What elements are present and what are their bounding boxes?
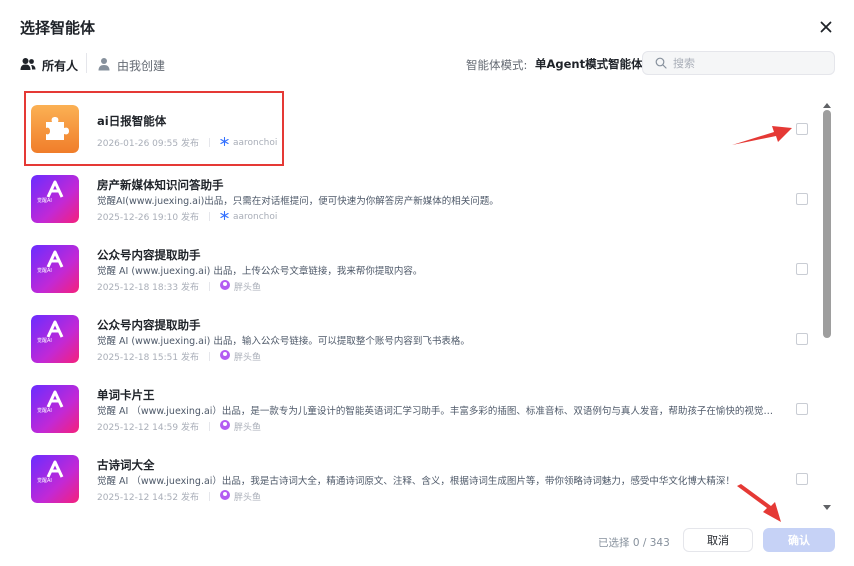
avatar-label: 觉醒AI bbox=[37, 198, 52, 204]
users-icon bbox=[20, 57, 36, 74]
tab-all[interactable]: 所有人 bbox=[20, 56, 78, 74]
avatar-icon bbox=[219, 490, 230, 503]
juexing-logo: 觉醒AI bbox=[31, 455, 79, 503]
avatar-icon bbox=[219, 350, 230, 363]
meta-divider bbox=[208, 212, 210, 221]
meta-divider bbox=[208, 138, 210, 147]
list-item[interactable]: 觉醒AI 房产新媒体知识问答助手 觉醒AI(www.juexing.ai)出品，… bbox=[20, 160, 818, 230]
meta-divider bbox=[208, 422, 210, 431]
creator-name: 胖头鱼 bbox=[233, 423, 261, 433]
list-item[interactable]: ai日报智能体 2026-01-26 09:55 发布 aaronchoi bbox=[20, 90, 818, 160]
item-date: 2025-12-12 14:52 发布 bbox=[97, 493, 199, 503]
item-date: 2025-12-18 15:51 发布 bbox=[97, 353, 199, 363]
item-name: 公众号内容提取助手 bbox=[97, 248, 201, 262]
close-icon[interactable] bbox=[816, 17, 836, 37]
creator-name: aaronchoi bbox=[232, 211, 278, 222]
snowflake-icon bbox=[220, 136, 229, 149]
list-item[interactable]: 觉醒AI 单词卡片王 觉醒 AI （www.juexing.ai）出品，是一款专… bbox=[20, 370, 818, 440]
creator-name: 胖头鱼 bbox=[233, 493, 261, 503]
item-checkbox[interactable] bbox=[796, 403, 808, 415]
scroll-up-icon[interactable] bbox=[822, 96, 832, 108]
item-creator: 胖头鱼 bbox=[219, 420, 261, 433]
item-desc: 觉醒 AI (www.juexing.ai) 出品，输入公众号链接。可以提取整个… bbox=[97, 336, 470, 347]
item-name: 古诗词大全 bbox=[97, 458, 155, 472]
tab-all-label: 所有人 bbox=[42, 58, 79, 73]
item-name: 房产新媒体知识问答助手 bbox=[97, 178, 224, 192]
item-checkbox[interactable] bbox=[796, 193, 808, 205]
item-meta: 2026-01-26 09:55 发布 aaronchoi bbox=[97, 136, 277, 149]
creator-name: 胖头鱼 bbox=[233, 283, 261, 293]
selected-count: 已选择 0 / 343 bbox=[598, 537, 670, 549]
item-meta: 2025-12-18 18:33 发布 胖头鱼 bbox=[97, 280, 261, 293]
item-desc: 觉醒 AI (www.juexing.ai) 出品，上传公众号文章链接，我来帮你… bbox=[97, 266, 423, 277]
item-meta: 2025-12-26 19:10 发布 aaronchoi bbox=[97, 210, 277, 223]
item-checkbox[interactable] bbox=[796, 473, 808, 485]
puzzle-icon bbox=[31, 105, 79, 153]
tab-divider bbox=[86, 53, 87, 73]
tab-mine-label: 由我创建 bbox=[117, 58, 166, 73]
avatar-label: 觉醒AI bbox=[37, 268, 52, 274]
dialog-title: 选择智能体 bbox=[20, 19, 96, 37]
item-checkbox[interactable] bbox=[796, 123, 808, 135]
juexing-logo: 觉醒AI bbox=[31, 175, 79, 223]
item-meta: 2025-12-12 14:59 发布 胖头鱼 bbox=[97, 420, 261, 433]
meta-divider bbox=[208, 492, 210, 501]
item-checkbox[interactable] bbox=[796, 333, 808, 345]
mode-label: 智能体模式: bbox=[466, 58, 528, 72]
scrollbar-thumb[interactable] bbox=[823, 110, 831, 338]
agent-list[interactable]: ai日报智能体 2026-01-26 09:55 发布 aaronchoi 觉醒… bbox=[20, 90, 818, 510]
avatar-label: 觉醒AI bbox=[37, 478, 52, 484]
mode-value: 单Agent模式智能体 bbox=[535, 57, 643, 71]
snowflake-icon bbox=[220, 210, 229, 223]
juexing-logo: 觉醒AI bbox=[31, 315, 79, 363]
item-meta: 2025-12-18 15:51 发布 胖头鱼 bbox=[97, 350, 261, 363]
item-creator: aaronchoi bbox=[220, 136, 278, 149]
meta-divider bbox=[208, 352, 210, 361]
item-date: 2026-01-26 09:55 发布 bbox=[97, 139, 199, 149]
search-box[interactable] bbox=[642, 51, 835, 75]
user-icon bbox=[97, 57, 111, 74]
confirm-button[interactable]: 确认 bbox=[763, 528, 835, 552]
list-item[interactable]: 觉醒AI 公众号内容提取助手 觉醒 AI (www.juexing.ai) 出品… bbox=[20, 230, 818, 300]
juexing-logo: 觉醒AI bbox=[31, 245, 79, 293]
item-desc: 觉醒AI(www.juexing.ai)出品，只需在对话框提问，便可快速为你解答… bbox=[97, 196, 499, 207]
item-name: 公众号内容提取助手 bbox=[97, 318, 201, 332]
avatar-icon bbox=[219, 420, 230, 433]
scroll-down-icon[interactable] bbox=[822, 497, 832, 510]
list-item[interactable]: 觉醒AI 古诗词大全 觉醒 AI （www.juexing.ai）出品，我是古诗… bbox=[20, 440, 818, 510]
list-item[interactable]: 觉醒AI 公众号内容提取助手 觉醒 AI (www.juexing.ai) 出品… bbox=[20, 300, 818, 370]
item-desc: 觉醒 AI （www.juexing.ai）出品，我是古诗词大全，精通诗词原文、… bbox=[97, 476, 735, 487]
creator-name: aaronchoi bbox=[232, 137, 278, 148]
item-creator: 胖头鱼 bbox=[219, 490, 261, 503]
tab-mine[interactable]: 由我创建 bbox=[97, 56, 165, 74]
item-meta: 2025-12-12 14:52 发布 胖头鱼 bbox=[97, 490, 261, 503]
item-date: 2025-12-26 19:10 发布 bbox=[97, 213, 199, 223]
juexing-logo: 觉醒AI bbox=[31, 385, 79, 433]
item-desc: 觉醒 AI （www.juexing.ai）出品，是一款专为儿童设计的智能英语词… bbox=[97, 406, 779, 417]
creator-name: 胖头鱼 bbox=[233, 353, 261, 363]
search-icon bbox=[655, 54, 667, 73]
item-creator: 胖头鱼 bbox=[219, 350, 261, 363]
item-name: ai日报智能体 bbox=[97, 114, 167, 128]
item-creator: 胖头鱼 bbox=[219, 280, 261, 293]
avatar-label: 觉醒AI bbox=[37, 338, 52, 344]
meta-divider bbox=[208, 282, 210, 291]
item-date: 2025-12-18 18:33 发布 bbox=[97, 283, 199, 293]
item-creator: aaronchoi bbox=[220, 210, 278, 223]
cancel-button[interactable]: 取消 bbox=[683, 528, 753, 552]
item-name: 单词卡片王 bbox=[97, 388, 155, 402]
item-checkbox[interactable] bbox=[796, 263, 808, 275]
item-date: 2025-12-12 14:59 发布 bbox=[97, 423, 199, 433]
avatar-label: 觉醒AI bbox=[37, 408, 52, 414]
search-input[interactable] bbox=[673, 56, 823, 70]
avatar-icon bbox=[219, 280, 230, 293]
